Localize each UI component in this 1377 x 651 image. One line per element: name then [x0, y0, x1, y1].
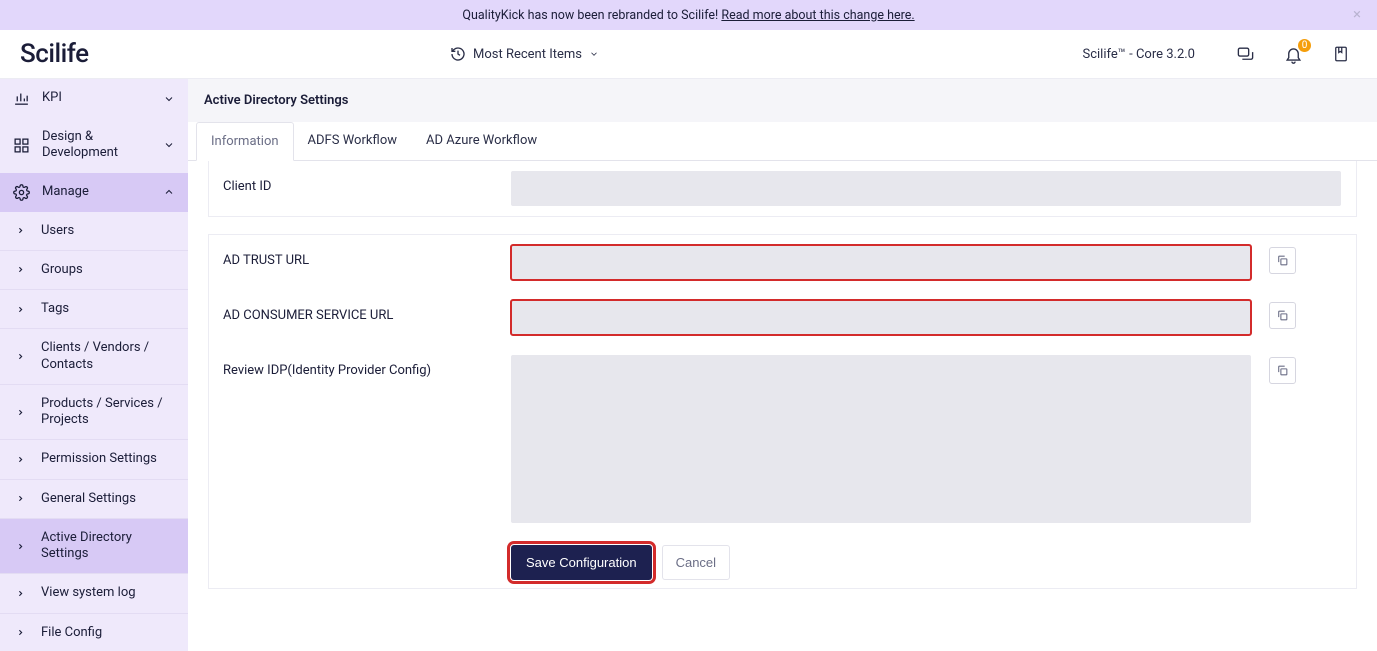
sidebar: KPI Design & Development Manage	[0, 79, 188, 651]
chevron-down-icon	[589, 49, 599, 59]
chevron-right-icon	[13, 542, 27, 551]
tab-information[interactable]: Information	[196, 122, 294, 161]
sidebar-item-label: File Config	[41, 625, 102, 641]
sidebar-item-design-development[interactable]: Design & Development	[0, 118, 188, 173]
sidebar-item-clients-vendors[interactable]: Clients / Vendors / Contacts	[0, 329, 188, 385]
copy-icon	[1276, 309, 1289, 322]
chevron-right-icon	[13, 494, 27, 503]
sidebar-item-label: View system log	[41, 585, 136, 601]
sidebar-item-groups[interactable]: Groups	[0, 251, 188, 290]
feedback-icon[interactable]	[1235, 44, 1255, 64]
sidebar-item-active-directory-settings[interactable]: Active Directory Settings	[0, 519, 188, 575]
history-icon	[450, 46, 466, 62]
page-title: Active Directory Settings	[188, 79, 1377, 122]
banner-text: QualityKick has now been rebranded to Sc…	[462, 8, 914, 23]
close-icon[interactable]: ×	[1353, 7, 1361, 22]
idp-textarea[interactable]	[511, 355, 1251, 523]
chart-icon	[13, 90, 30, 107]
recent-items-dropdown[interactable]: Most Recent Items	[450, 46, 599, 62]
app-version: Scilife™ - Core 3.2.0	[1083, 47, 1196, 62]
ad-trust-url-label: AD TRUST URL	[223, 245, 503, 268]
client-id-label: Client ID	[223, 171, 503, 194]
notifications-icon[interactable]: 0	[1283, 44, 1303, 64]
copy-button[interactable]	[1269, 357, 1296, 384]
chevron-down-icon	[163, 139, 175, 151]
client-id-input[interactable]	[511, 171, 1341, 206]
ad-trust-url-input[interactable]	[511, 245, 1251, 280]
grid-icon	[13, 137, 30, 154]
topbar: Scilife Most Recent Items Scilife™ - Cor…	[0, 30, 1377, 79]
bookmark-icon[interactable]	[1331, 44, 1351, 64]
sidebar-item-label: Active Directory Settings	[41, 530, 175, 563]
sidebar-item-label: Clients / Vendors / Contacts	[41, 340, 175, 373]
chevron-right-icon	[13, 455, 27, 464]
logo: Scilife	[20, 39, 190, 69]
sidebar-item-file-config[interactable]: File Config	[0, 614, 188, 651]
copy-button[interactable]	[1269, 247, 1296, 274]
sidebar-item-view-system-log[interactable]: View system log	[0, 574, 188, 613]
sidebar-item-tags[interactable]: Tags	[0, 290, 188, 329]
ad-consumer-url-input[interactable]	[511, 300, 1251, 335]
chevron-right-icon	[13, 408, 27, 417]
main-content: Active Directory Settings Information AD…	[188, 79, 1377, 651]
tab-adfs-workflow[interactable]: ADFS Workflow	[294, 122, 412, 160]
chevron-right-icon	[13, 226, 27, 235]
banner-link[interactable]: Read more about this change here.	[721, 8, 914, 23]
sidebar-item-permission-settings[interactable]: Permission Settings	[0, 440, 188, 479]
sidebar-item-label: Products / Services / Projects	[41, 396, 175, 429]
sidebar-item-kpi[interactable]: KPI	[0, 79, 188, 118]
ad-consumer-url-label: AD CONSUMER SERVICE URL	[223, 300, 503, 323]
sidebar-item-label: Manage	[42, 184, 151, 200]
idp-label: Review IDP(Identity Provider Config)	[223, 355, 503, 378]
chevron-right-icon	[13, 265, 27, 274]
sidebar-item-general-settings[interactable]: General Settings	[0, 480, 188, 519]
sidebar-item-label: KPI	[42, 90, 151, 106]
gear-icon	[13, 184, 30, 201]
sidebar-item-label: General Settings	[41, 491, 136, 507]
sidebar-item-label: Design & Development	[42, 129, 151, 162]
chevron-right-icon	[13, 352, 27, 361]
rebrand-banner: QualityKick has now been rebranded to Sc…	[0, 0, 1377, 30]
sidebar-item-label: Groups	[41, 262, 83, 278]
copy-icon	[1276, 364, 1289, 377]
chevron-right-icon	[13, 589, 27, 598]
cancel-button[interactable]: Cancel	[662, 545, 730, 580]
tabs: Information ADFS Workflow AD Azure Workf…	[188, 122, 1377, 161]
chevron-down-icon	[163, 93, 175, 105]
sidebar-item-users[interactable]: Users	[0, 212, 188, 251]
notification-badge: 0	[1297, 38, 1312, 53]
sidebar-item-manage[interactable]: Manage	[0, 173, 188, 212]
tab-ad-azure-workflow[interactable]: AD Azure Workflow	[412, 122, 552, 160]
copy-icon	[1276, 254, 1289, 267]
save-configuration-button[interactable]: Save Configuration	[511, 545, 652, 580]
sidebar-item-products-services[interactable]: Products / Services / Projects	[0, 385, 188, 441]
copy-button[interactable]	[1269, 302, 1296, 329]
sidebar-item-label: Users	[41, 223, 74, 239]
sidebar-item-label: Tags	[41, 301, 69, 317]
chevron-up-icon	[163, 186, 175, 198]
recent-items-label: Most Recent Items	[473, 47, 582, 62]
chevron-right-icon	[13, 628, 27, 637]
sidebar-item-label: Permission Settings	[41, 451, 157, 467]
chevron-right-icon	[13, 305, 27, 314]
